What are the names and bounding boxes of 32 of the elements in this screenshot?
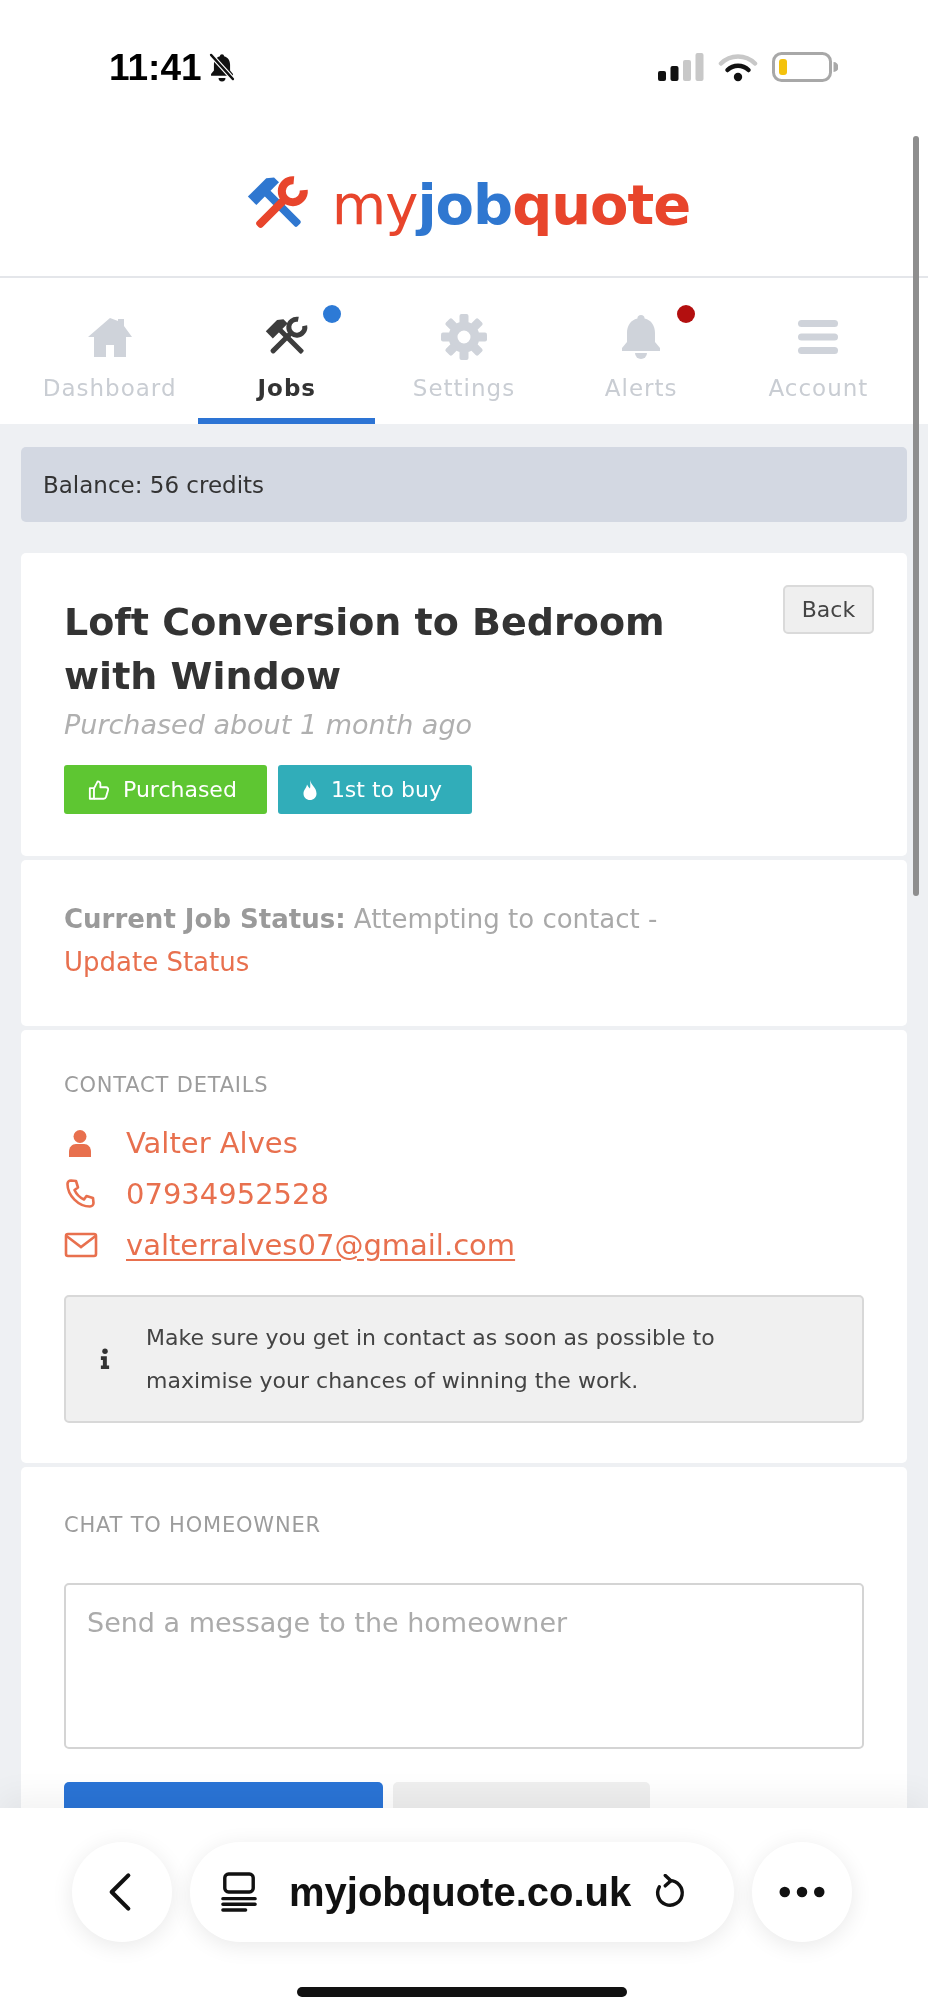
section-heading: CHAT TO HOMEOWNER <box>64 1512 322 1539</box>
contact-name: Valter Alves <box>126 1125 298 1160</box>
message-field[interactable]: Send a message to the homeowner <box>64 1583 864 1749</box>
page-icon <box>221 1872 257 1912</box>
phone-link[interactable]: 07934952528 <box>126 1176 329 1211</box>
battery-icon <box>772 52 838 82</box>
person-icon <box>67 1128 93 1157</box>
purchase-date: Purchased about 1 month ago <box>64 708 474 742</box>
scroll-bar[interactable] <box>913 136 919 896</box>
balance-banner: Balance: 56 credits <box>21 447 907 522</box>
address-bar[interactable]: myjobquote.co.uk <box>190 1842 734 1942</box>
settings-icon <box>440 313 488 361</box>
job-title: Loft Conversion to Bedroom with Window <box>64 599 666 700</box>
wifi-icon <box>718 52 758 82</box>
tag-label: 1st to buy <box>330 777 442 802</box>
more-icon <box>779 1886 825 1898</box>
status-time: 11:41 <box>109 48 202 86</box>
job-status-text: Current Job Status: Attempting to contact - Update Status <box>64 903 659 979</box>
envelope-icon <box>64 1231 98 1258</box>
update-status-link[interactable]: Update Status <box>64 947 250 977</box>
flame-icon <box>301 778 318 801</box>
signal-icon <box>658 53 704 81</box>
logo-text: myjobquote <box>331 174 691 236</box>
email-link[interactable]: valterralves07@gmail.com <box>126 1227 516 1262</box>
back-button[interactable]: Back <box>783 585 874 634</box>
section-heading: CONTACT DETAILS <box>64 1072 270 1099</box>
bell-slash-icon <box>207 52 236 82</box>
chevron-left-icon <box>108 1872 132 1912</box>
notice-text: Make sure you get in contact as soon as possible to maximise your chances of winning the work. <box>146 1324 716 1395</box>
thumbs-up-icon <box>88 778 110 801</box>
info-icon <box>99 1348 111 1370</box>
tag-label: Purchased <box>123 777 237 802</box>
